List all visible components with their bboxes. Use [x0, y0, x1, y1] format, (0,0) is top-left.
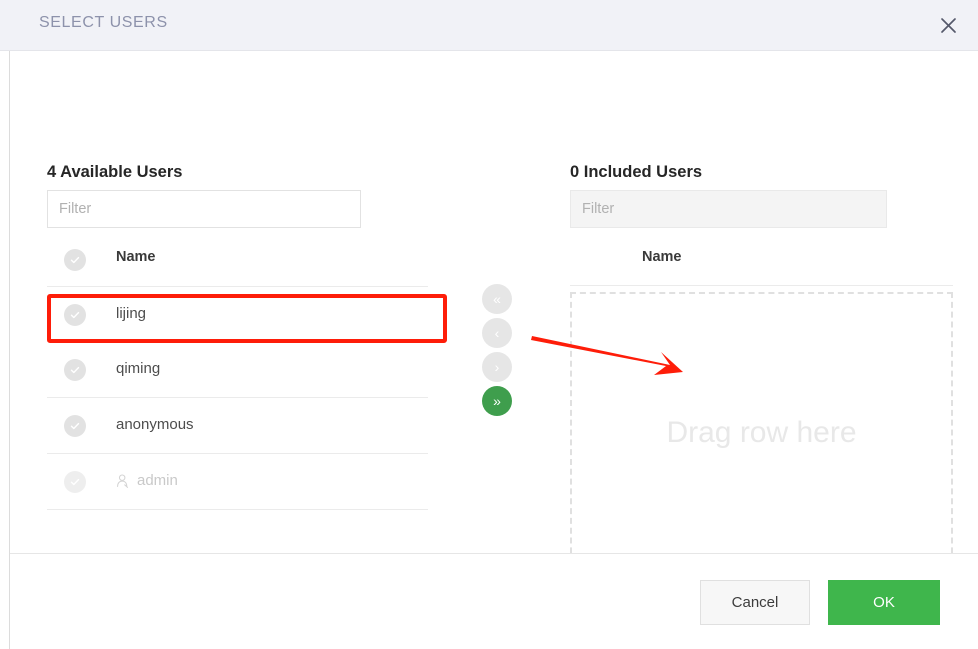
row-user-name: qiming [116, 360, 161, 377]
modal-footer: Cancel OK [10, 553, 978, 649]
available-users-heading: 4 Available Users [47, 163, 183, 181]
row-user-name: anonymous [116, 416, 194, 433]
included-users-drop-zone[interactable]: Drag row here [570, 292, 953, 573]
row-label-wrapper: anonymous [116, 416, 194, 433]
page-backdrop-header-strip [0, 0, 10, 51]
row-checkbox-icon [64, 471, 86, 493]
person-icon [116, 473, 131, 488]
select-users-modal: SELECT USERS 4 Available Users Name [10, 0, 978, 649]
available-list-header: Name [47, 241, 428, 279]
included-header-divider [570, 285, 953, 286]
modal-body: 4 Available Users Name lijing [10, 51, 978, 573]
included-list-header: Name [570, 241, 953, 279]
row-label-wrapper: admin [116, 472, 178, 489]
available-users-list: lijing qiming anonymous admin [47, 286, 428, 510]
row-checkbox-icon[interactable] [64, 359, 86, 381]
move-all-right-button[interactable]: » [482, 386, 512, 416]
included-column-header-name: Name [642, 249, 682, 265]
move-all-left-glyph: « [493, 291, 501, 307]
cancel-button[interactable]: Cancel [700, 580, 810, 625]
page-backdrop [0, 0, 10, 649]
ok-button-label: OK [873, 594, 895, 611]
table-row: admin [47, 454, 428, 510]
close-icon[interactable] [931, 8, 965, 42]
cancel-button-label: Cancel [731, 594, 779, 611]
move-left-glyph: ‹ [494, 325, 500, 341]
modal-title: SELECT USERS [39, 14, 168, 31]
move-all-left-button[interactable]: « [482, 284, 512, 314]
row-user-name: admin [137, 472, 178, 489]
row-label-wrapper: lijing [116, 305, 146, 322]
table-row[interactable]: lijing [47, 286, 428, 342]
row-label-wrapper: qiming [116, 360, 160, 377]
row-checkbox-icon[interactable] [64, 415, 86, 437]
row-checkbox-icon[interactable] [64, 304, 86, 326]
included-users-heading: 0 Included Users [570, 163, 703, 181]
available-column-header-name: Name [116, 249, 156, 265]
row-user-name: lijing [116, 305, 147, 322]
modal-header: SELECT USERS [10, 0, 978, 51]
table-row[interactable]: qiming [47, 342, 428, 398]
table-row[interactable]: anonymous [47, 398, 428, 454]
select-all-checkbox-icon[interactable] [64, 249, 86, 271]
drop-zone-label: Drag row here [666, 415, 857, 449]
available-filter-input[interactable] [47, 190, 361, 228]
move-right-button[interactable]: › [482, 352, 512, 382]
transfer-button-group: « ‹ › » [482, 284, 516, 420]
included-filter-input[interactable] [570, 190, 887, 228]
move-all-right-glyph: » [493, 393, 501, 409]
move-right-glyph: › [494, 359, 500, 375]
ok-button[interactable]: OK [828, 580, 940, 625]
move-left-button[interactable]: ‹ [482, 318, 512, 348]
